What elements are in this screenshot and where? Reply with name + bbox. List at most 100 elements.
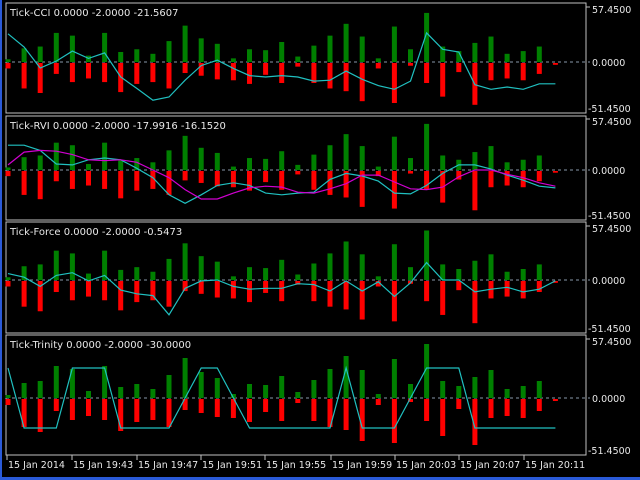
- up-bar: [21, 157, 27, 170]
- down-bar: [230, 63, 236, 81]
- down-bar: [311, 399, 317, 421]
- indicator-chart[interactable]: Tick-CCI 0.0000 -2.0000 -21.5607 57.4500 0…: [0, 0, 640, 480]
- up-bar: [53, 32, 59, 62]
- up-bar: [343, 134, 349, 170]
- up-bar: [5, 167, 11, 170]
- down-bar: [343, 399, 349, 430]
- up-bar: [279, 151, 285, 170]
- up-bar: [327, 253, 333, 280]
- down-bar: [102, 63, 108, 83]
- axis-label-min: -51.4500: [588, 104, 631, 115]
- pane-title: Tick-RVI 0.0000 -2.0000 -17.9916 -16.152…: [9, 121, 226, 132]
- time-label: 15 Jan 19:51: [202, 460, 262, 471]
- up-bar: [263, 50, 269, 62]
- time-label: 15 Jan 19:59: [332, 460, 392, 471]
- down-bar: [102, 281, 108, 301]
- up-bar: [391, 359, 397, 398]
- up-bar: [37, 381, 43, 398]
- indicator-pane-4[interactable]: [5, 334, 591, 456]
- up-bar: [504, 271, 510, 280]
- up-bar: [295, 274, 301, 280]
- axis-label-zero: 0.0000: [592, 166, 625, 177]
- up-bar: [214, 378, 220, 398]
- time-label: 15 Jan 20:03: [396, 460, 456, 471]
- time-label: 15 Jan 2014: [8, 460, 65, 471]
- down-bar: [456, 281, 462, 291]
- down-bar: [391, 171, 397, 209]
- down-bar: [536, 399, 542, 411]
- down-bar: [359, 63, 365, 102]
- down-bar: [118, 171, 124, 199]
- up-bar: [21, 48, 27, 62]
- down-bar: [504, 281, 510, 297]
- up-bar: [134, 49, 140, 62]
- down-bar: [37, 399, 43, 432]
- down-bar: [552, 63, 558, 65]
- up-bar: [21, 383, 27, 398]
- down-bar: [102, 171, 108, 189]
- up-bar: [440, 381, 446, 398]
- time-label: 15 Jan 19:55: [266, 460, 326, 471]
- up-bar: [279, 376, 285, 398]
- down-bar: [504, 399, 510, 416]
- up-bar: [359, 254, 365, 280]
- up-bar: [134, 384, 140, 398]
- down-bar: [343, 63, 349, 92]
- up-bar: [247, 158, 252, 170]
- up-bar: [118, 269, 124, 280]
- up-bar: [118, 160, 124, 170]
- down-bar: [102, 399, 108, 420]
- up-bar: [327, 35, 333, 62]
- axis-label-max: 57.4500: [592, 224, 631, 235]
- down-bar: [214, 281, 220, 298]
- time-label: 15 Jan 20:11: [525, 460, 585, 471]
- up-bar: [102, 142, 108, 170]
- down-bar: [150, 399, 156, 420]
- up-bar: [166, 150, 172, 170]
- up-bar: [488, 254, 494, 280]
- up-bar: [472, 260, 478, 280]
- up-bar: [263, 268, 269, 280]
- down-bar: [488, 171, 494, 188]
- indicator-pane-1[interactable]: [5, 2, 591, 114]
- up-bar: [247, 384, 252, 398]
- down-bar: [198, 399, 204, 413]
- up-bar: [408, 267, 413, 280]
- up-bar: [408, 49, 413, 62]
- time-label: 15 Jan 20:07: [460, 460, 520, 471]
- up-bar: [295, 56, 301, 62]
- down-bar: [279, 63, 285, 83]
- up-bar: [391, 26, 397, 62]
- down-bar: [424, 281, 430, 302]
- up-bar: [440, 155, 446, 170]
- up-bar: [118, 387, 124, 398]
- down-bar: [37, 171, 43, 200]
- up-bar: [359, 370, 365, 398]
- up-bar: [182, 135, 188, 170]
- down-bar: [214, 399, 220, 417]
- up-bar: [182, 25, 188, 62]
- down-bar: [166, 171, 172, 195]
- down-bar: [134, 281, 140, 303]
- up-bar: [230, 166, 236, 170]
- up-bar: [391, 244, 397, 280]
- down-bar: [520, 399, 526, 418]
- up-bar: [198, 147, 204, 170]
- up-bar: [472, 152, 478, 170]
- indicator-pane-3[interactable]: [5, 221, 591, 334]
- down-bar: [440, 281, 446, 315]
- up-bar: [456, 268, 462, 280]
- up-bar: [375, 394, 381, 398]
- down-bar: [536, 63, 542, 74]
- down-bar: [263, 399, 269, 412]
- chart-window[interactable]: Tick-CCI 0.0000 -2.0000 -21.5607 57.4500 0…: [0, 0, 640, 480]
- down-bar: [311, 63, 317, 83]
- pane-title: Tick-Force 0.0000 -2.0000 -0.5473: [9, 227, 182, 238]
- down-bar: [53, 63, 59, 74]
- up-bar: [311, 154, 317, 170]
- up-bar: [343, 356, 349, 398]
- down-bar: [230, 281, 236, 299]
- down-bar: [53, 281, 59, 293]
- up-bar: [343, 241, 349, 280]
- up-bar: [488, 36, 494, 62]
